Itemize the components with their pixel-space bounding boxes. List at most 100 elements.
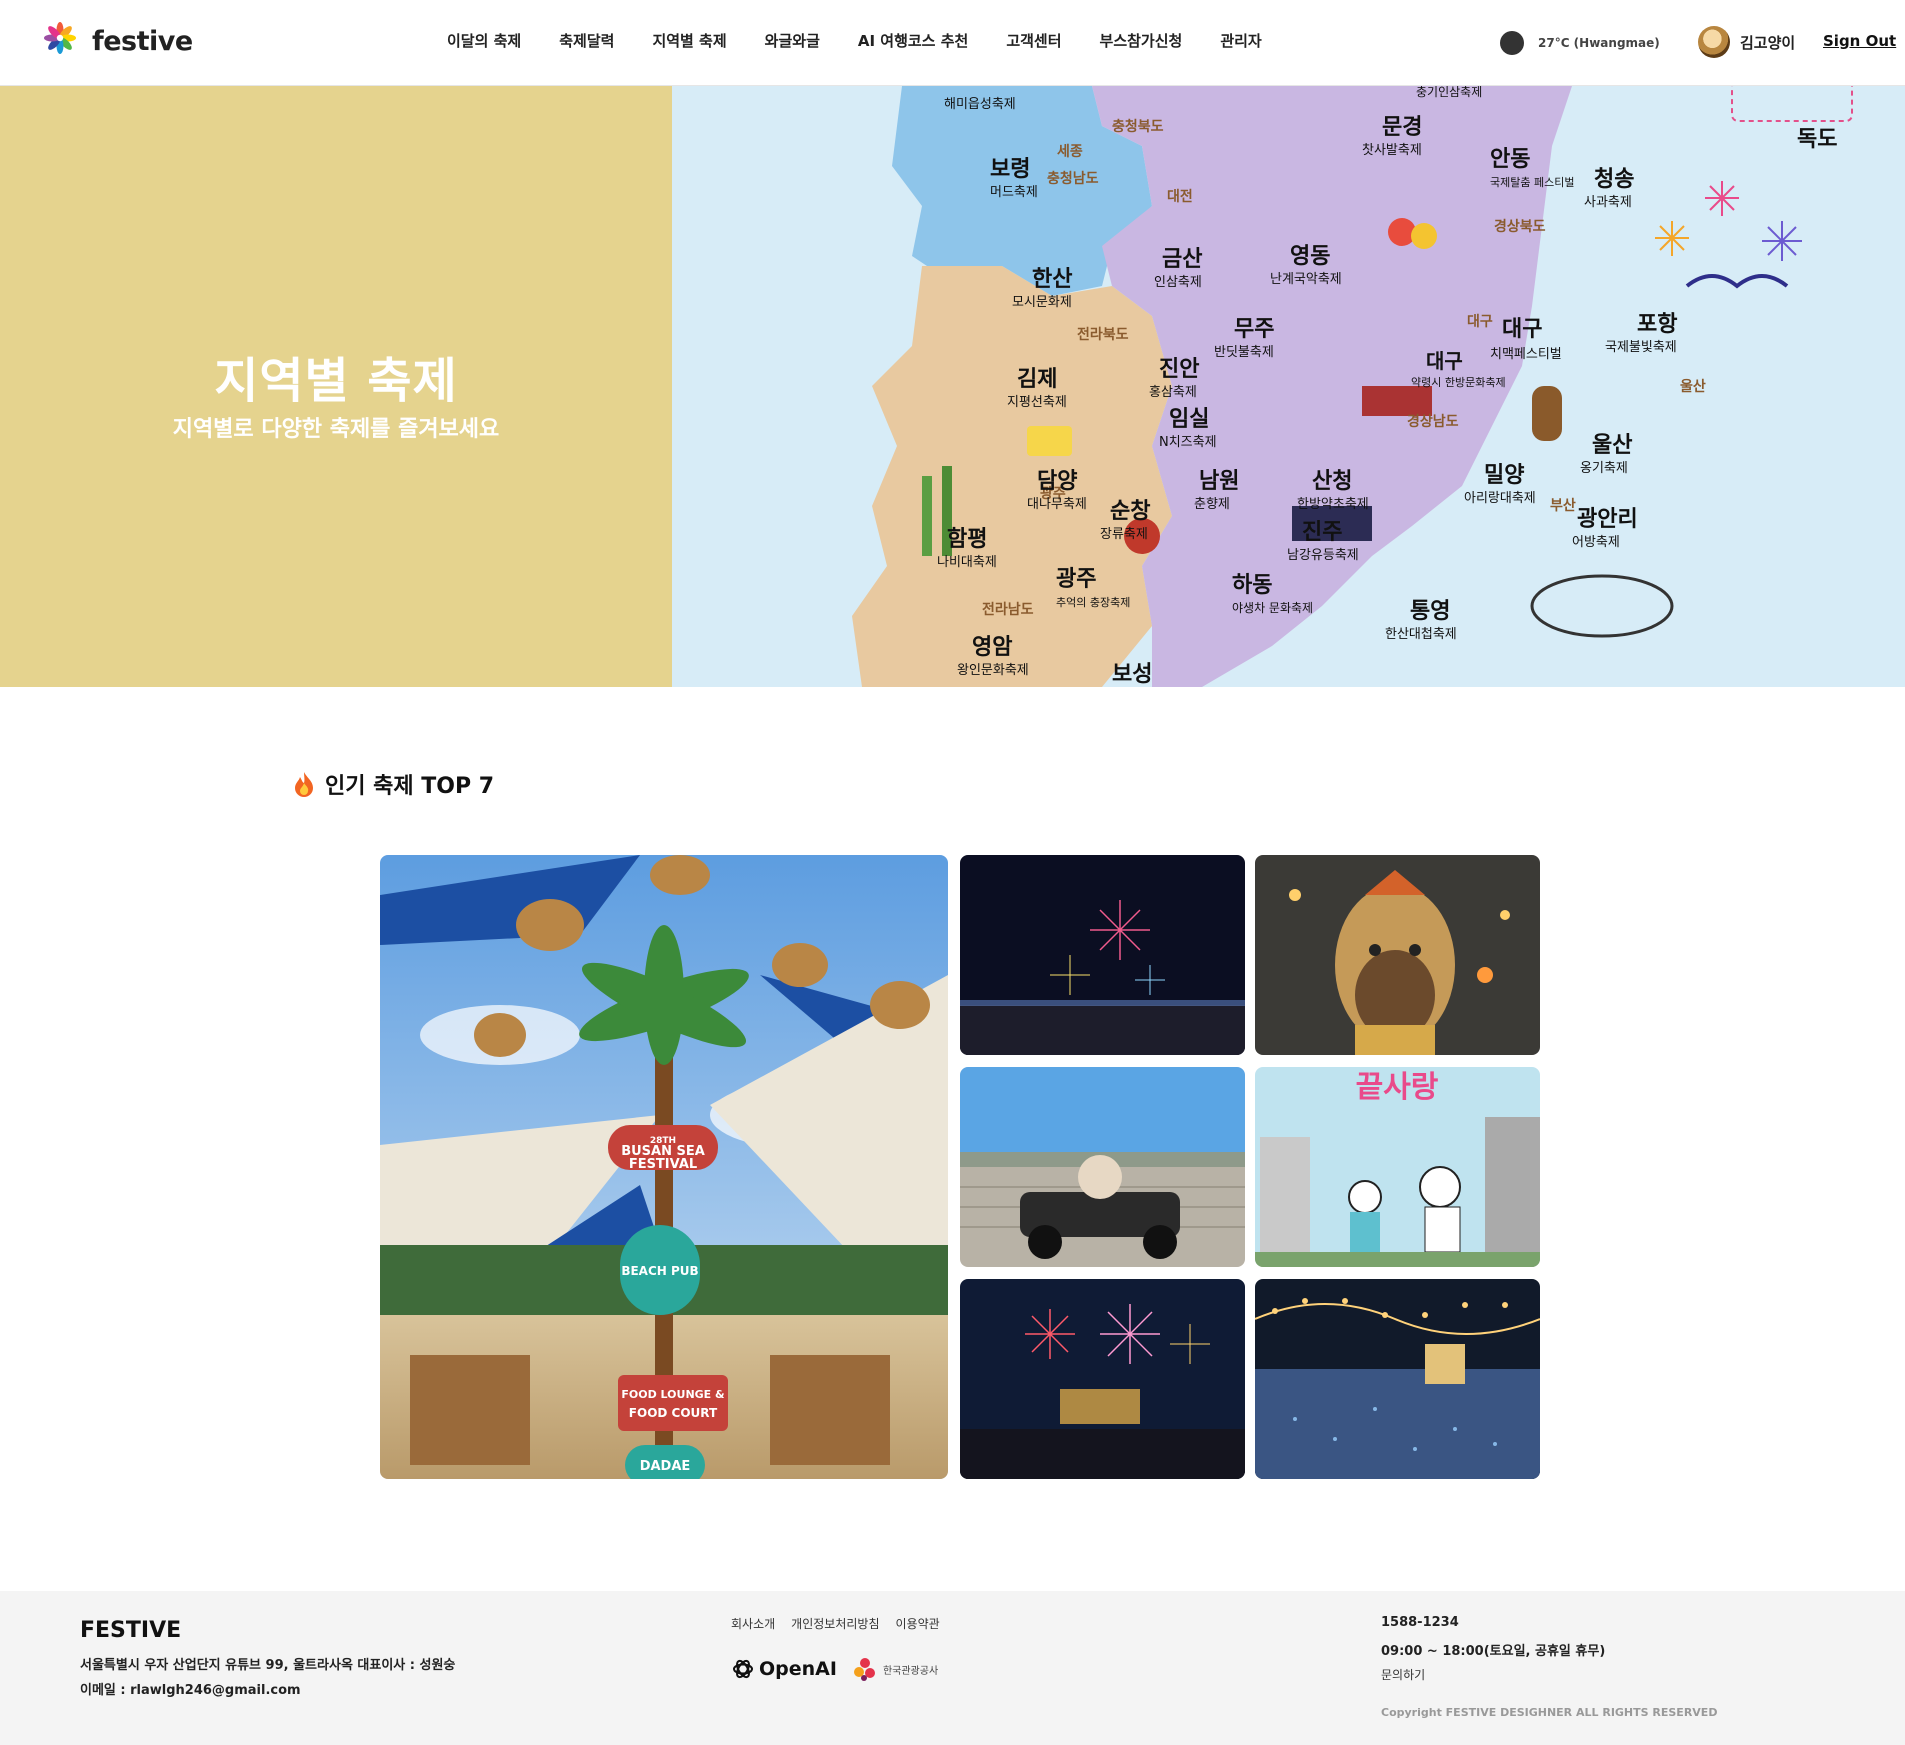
map-city-festival: 국제탈춤 페스티벌 [1490,176,1574,189]
map-region-label: 경상북도 [1494,218,1546,235]
map-city-festival: 국제불빛축제 [1605,340,1677,355]
map-city-festival: 사과축제 [1584,195,1632,210]
nav-customer-center[interactable]: 고객센터 [1006,30,1061,51]
nav-admin[interactable]: 관리자 [1220,30,1261,51]
map-city-festival: 반딧불축제 [1214,345,1274,360]
map-city-name: 보성 [1112,662,1152,687]
map-city-festival: 추억의 충장축제 [1056,596,1130,609]
map-city-festival: 약령시 한방문화축제 [1411,375,1506,389]
openai-icon [733,1659,753,1679]
festival-card-go-kart[interactable] [960,1067,1245,1267]
nav-community[interactable]: 와글와글 [765,30,820,51]
festival-gallery: 28TH BUSAN SEA FESTIVAL BEACH PUB FOOD L… [380,855,1540,1479]
fireworks-fountain-photo [960,1279,1245,1479]
map-city-name: 산청 [1312,469,1352,494]
map-city-festival: 대나무축제 [1027,497,1087,512]
map-region-label: 경상남도 [1407,413,1459,430]
festival-card-mascot[interactable] [1255,855,1540,1055]
map-city-festival: 어방축제 [1572,535,1620,550]
map-city-name: 남원 [1199,469,1239,494]
nav-booth-application[interactable]: 부스참가신청 [1100,30,1183,51]
nav-festival-calendar[interactable]: 축제달력 [559,30,614,51]
user-profile[interactable]: 김고양이 [1698,26,1795,58]
footer-brand: FESTIVE [80,1618,182,1643]
footer-link-privacy[interactable]: 개인정보처리방침 [791,1615,879,1632]
user-name[interactable]: 김고양이 [1740,32,1795,53]
fireworks-photo [960,855,1245,1055]
festival-card-busan-sea[interactable]: 28TH BUSAN SEA FESTIVAL BEACH PUB FOOD L… [380,855,948,1479]
logo[interactable]: festive [42,18,193,57]
weather-icon [1500,31,1524,55]
poster-title: 끝사랑 [1356,1070,1439,1105]
map-city-festival: N치즈축제 [1159,435,1217,450]
map-city-name: 순창 [1110,499,1150,524]
map-region-label: 충청남도 [1047,170,1099,187]
busan-beach-photo: 28TH BUSAN SEA FESTIVAL BEACH PUB FOOD L… [380,855,948,1479]
map-city-festival: 홍삼축제 [1149,385,1197,400]
nav-monthly-festival[interactable]: 이달의 축제 [447,30,521,51]
map-city-name: 무주 [1234,317,1274,342]
map-city-festival: 아리랑대축제 [1464,491,1536,506]
map-city-festival: 지평선축제 [1007,395,1067,410]
footer-email: 이메일 : rlawlgh246@gmail.com [80,1683,301,1698]
map-region-label: 부산 [1550,497,1576,514]
map-city-festival: 나비대축제 [937,555,997,570]
map-city-festival: 찻사발축제 [1362,143,1422,158]
top7-title: 인기 축제 TOP 7 [325,774,495,799]
map-city-name: 대구 [1426,349,1463,373]
map-region-label: 울산 [1680,378,1706,395]
map-city-festival: 머드축제 [990,185,1038,200]
footer-inquiry-link[interactable]: 문의하기 [1381,1666,1425,1683]
map-city-name: 밀양 [1484,463,1524,488]
map-partial-label: 충기인삼축제 [1416,86,1482,99]
flower-logo-icon [44,21,76,54]
map-city-festival: 왕인문화축제 [957,663,1029,678]
weather-widget: 27°C (Hwangmae) [1500,31,1660,55]
kto-logo: 한국관광공사 [851,1655,938,1683]
map-city-name: 대구 [1502,317,1542,342]
footer-link-terms[interactable]: 이용약관 [896,1615,940,1632]
sign-text: FOOD LOUNGE & [621,1388,725,1401]
map-city-name: 광주 [1056,567,1096,592]
sign-text: FESTIVAL [629,1157,697,1172]
light-festival-photo [1255,1279,1540,1479]
map-city-name: 한산 [1032,267,1072,292]
map-city-festival: 한산대첩축제 [1385,627,1457,642]
nav-regional-festival[interactable]: 지역별 축제 [652,30,726,51]
sign-out-button[interactable]: Sign Out [1823,32,1896,50]
map-city-name: 광안리 [1577,507,1638,532]
map-city-festival: 한방약초축제 [1297,497,1369,512]
nav-ai-course[interactable]: AI 여행코스 추천 [858,30,968,51]
map-region-label: 전라북도 [1077,326,1129,343]
hero-title: 지역별 축제 [214,353,458,409]
map-city-name: 문경 [1382,115,1422,140]
hero-subtitle: 지역별로 다양한 축제를 즐겨보세요 [172,417,500,442]
festival-card-poster[interactable]: 끝사랑 [1255,1067,1540,1267]
map-city-name: 담양 [1037,469,1077,494]
footer-phone: 1588-1234 [1381,1615,1459,1630]
sign-text: FOOD COURT [629,1406,718,1420]
footer-partners: OpenAI 한국관광공사 [731,1655,938,1683]
map-city-festival: 춘향제 [1194,497,1230,512]
festival-card-light-festival[interactable] [1255,1279,1540,1479]
section-title: 인기 축제 TOP 7 [293,768,494,800]
map-region-label: 대구 [1467,314,1493,330]
map-city-name: 임실 [1169,407,1209,432]
map-city-name: 독도 [1797,127,1837,152]
map-city-name: 보령 [990,157,1030,182]
weather-text: 27°C (Hwangmae) [1538,36,1660,50]
festival-card-fireworks[interactable] [960,855,1245,1055]
map-city-festival: 난계국악축제 [1270,272,1342,287]
footer-link-about[interactable]: 회사소개 [731,1615,775,1632]
footer-copyright: Copyright FESTIVE DESIGHNER ALL RIGHTS R… [1381,1706,1718,1719]
korea-map-icon: 충청남도 충청북도 세종 대전 전라북도 경상북도 대구 울산 경상남도 광주 … [672,86,1905,687]
map-city-festival: 장류축제 [1100,527,1148,542]
avatar[interactable] [1698,26,1730,58]
map-city-festival: 모시문화제 [1012,295,1072,310]
go-kart-photo [960,1067,1245,1267]
logo-text: festive [92,26,193,57]
festival-card-fireworks-fountain[interactable] [960,1279,1245,1479]
map-city-name: 진주 [1302,520,1342,545]
map-city-name: 포항 [1637,312,1677,337]
map-city-name: 진안 [1159,357,1199,382]
